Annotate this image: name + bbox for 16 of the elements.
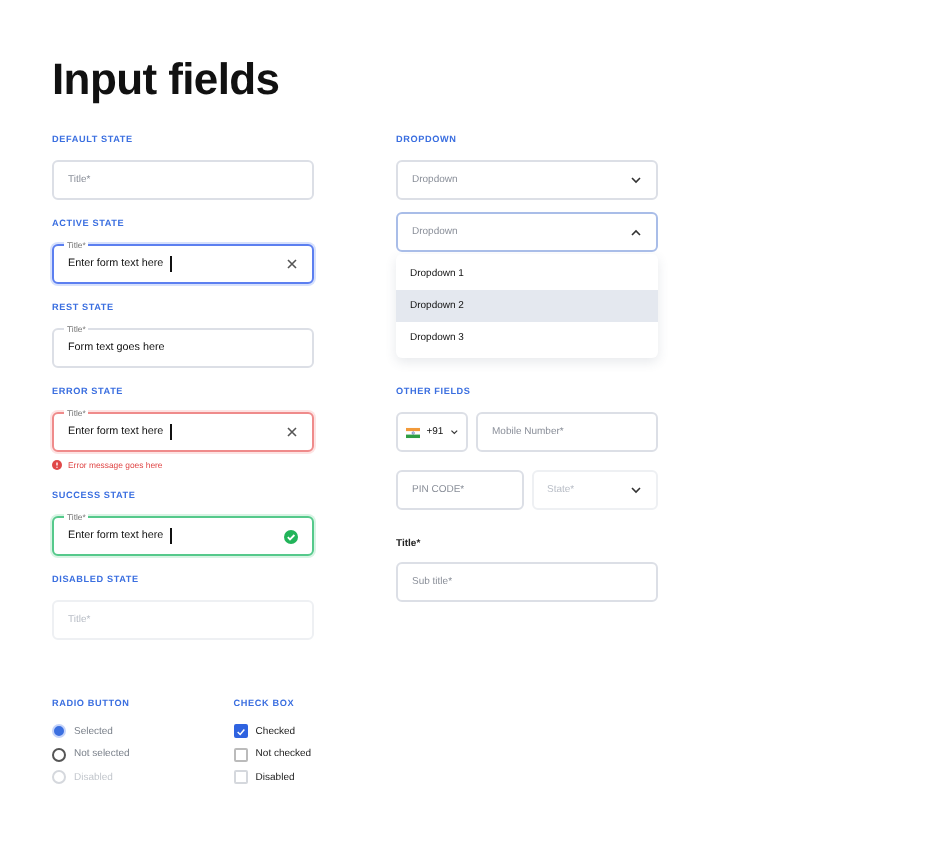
close-icon xyxy=(286,258,298,270)
chevron-up-icon xyxy=(630,228,642,236)
flag-icon xyxy=(406,425,421,439)
text-cursor xyxy=(169,424,171,440)
checkbox[interactable] xyxy=(233,724,248,739)
chevron-down-icon xyxy=(449,428,458,436)
text-cursor xyxy=(169,256,171,272)
error-icon xyxy=(52,460,62,470)
chevron-down-icon xyxy=(630,176,642,184)
chevron-down-icon xyxy=(630,486,642,494)
page-title: Input fields xyxy=(52,54,282,106)
close-icon xyxy=(286,426,298,438)
text-cursor xyxy=(169,528,171,544)
check-circle-icon xyxy=(284,529,298,543)
checkbox[interactable] xyxy=(233,747,248,762)
radio-button[interactable] xyxy=(52,747,66,762)
